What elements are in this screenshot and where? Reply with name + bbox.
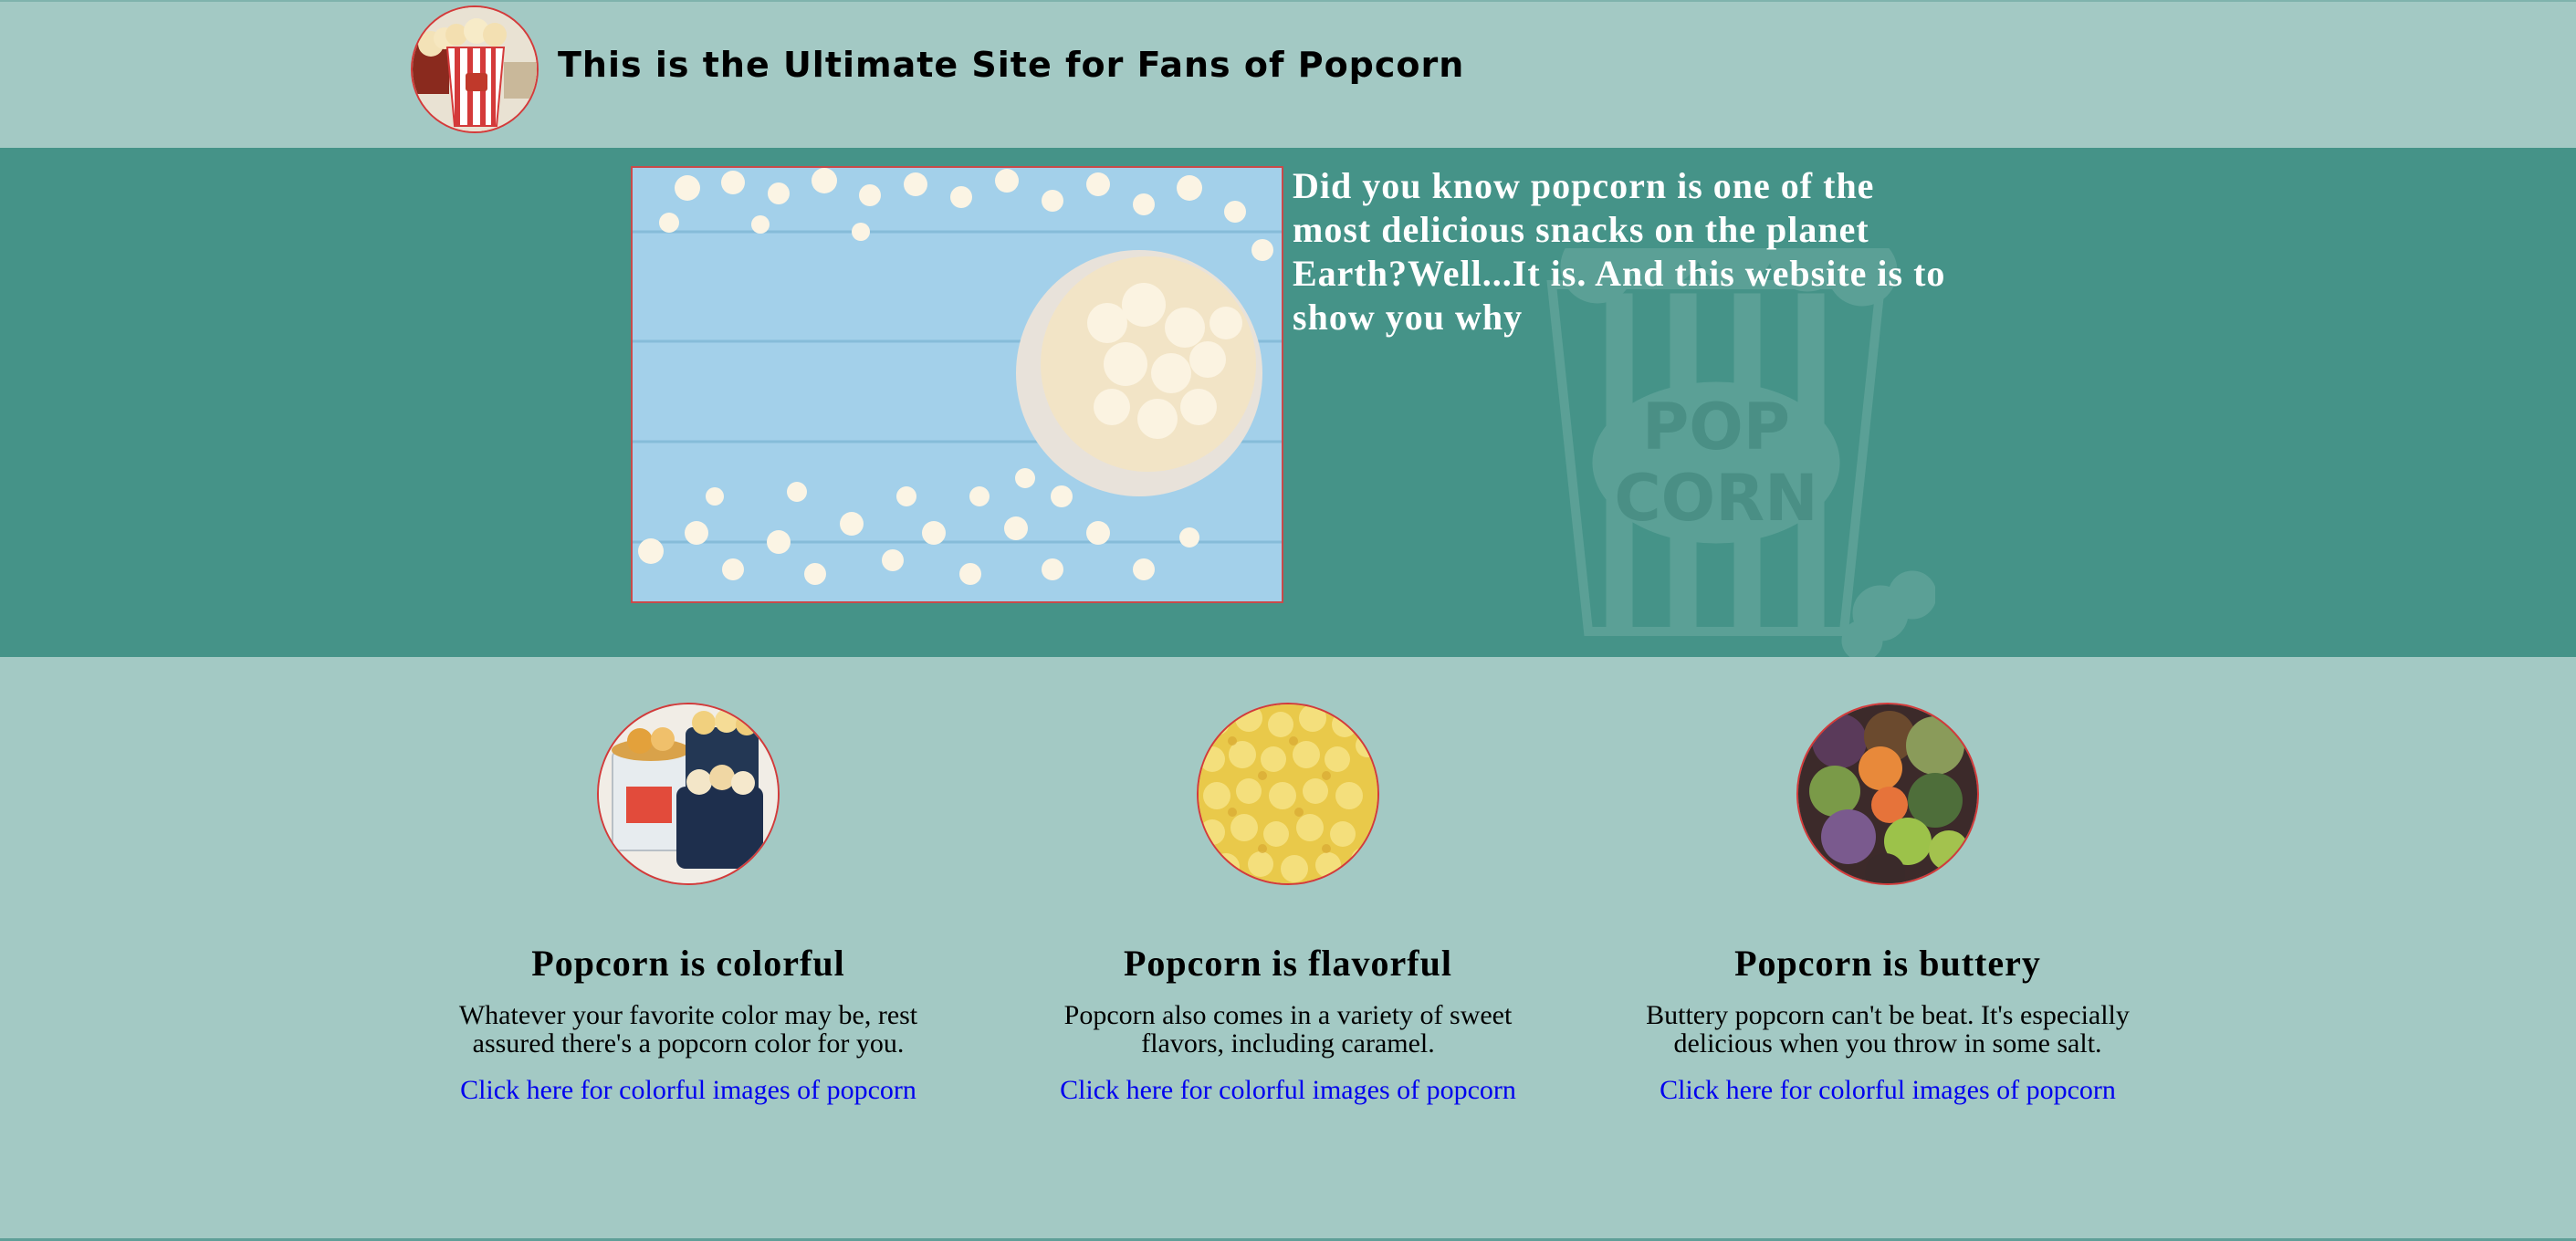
flavorful-images-link[interactable]: Click here for colorful images of popcor… bbox=[1060, 1075, 1516, 1106]
svg-text:POP: POP bbox=[1642, 390, 1790, 464]
feature-flavorful: Popcorn is flavorful Popcorn also comes … bbox=[1005, 703, 1571, 1106]
hero-section: POP CORN Did you know popcorn is one of … bbox=[0, 148, 2576, 657]
feature-description: Buttery popcorn can't be beat. It's espe… bbox=[1646, 1000, 2130, 1058]
feature-title: Popcorn is buttery bbox=[1734, 943, 2041, 984]
colorful-images-link[interactable]: Click here for colorful images of popcor… bbox=[460, 1075, 916, 1106]
feature-colorful: Popcorn is colorful Whatever your favori… bbox=[405, 703, 971, 1106]
hero-text: Did you know popcorn is one of the most … bbox=[1293, 165, 1946, 338]
colorful-popcorn-tins-photo bbox=[597, 703, 780, 885]
feature-title: Popcorn is flavorful bbox=[1124, 943, 1452, 984]
feature-title: Popcorn is colorful bbox=[531, 943, 845, 984]
feature-buttery: Popcorn is buttery Buttery popcorn can't… bbox=[1605, 703, 2171, 1106]
buttery-images-link[interactable]: Click here for colorful images of popcor… bbox=[1660, 1075, 2116, 1106]
site-title: This is the Ultimate Site for Fans of Po… bbox=[558, 45, 1465, 85]
feature-description: Popcorn also comes in a variety of sweet… bbox=[1063, 1000, 1513, 1058]
feature-description: Whatever your favorite color may be, res… bbox=[458, 1000, 918, 1058]
site-header: This is the Ultimate Site for Fans of Po… bbox=[0, 0, 2576, 148]
svg-text:CORN: CORN bbox=[1614, 461, 1817, 536]
popcorn-box-icon[interactable] bbox=[411, 5, 539, 133]
fruit-popcorn-photo bbox=[1796, 703, 1979, 885]
popcorn-bowl-photo bbox=[631, 166, 1283, 603]
caramel-popcorn-photo bbox=[1197, 703, 1379, 885]
